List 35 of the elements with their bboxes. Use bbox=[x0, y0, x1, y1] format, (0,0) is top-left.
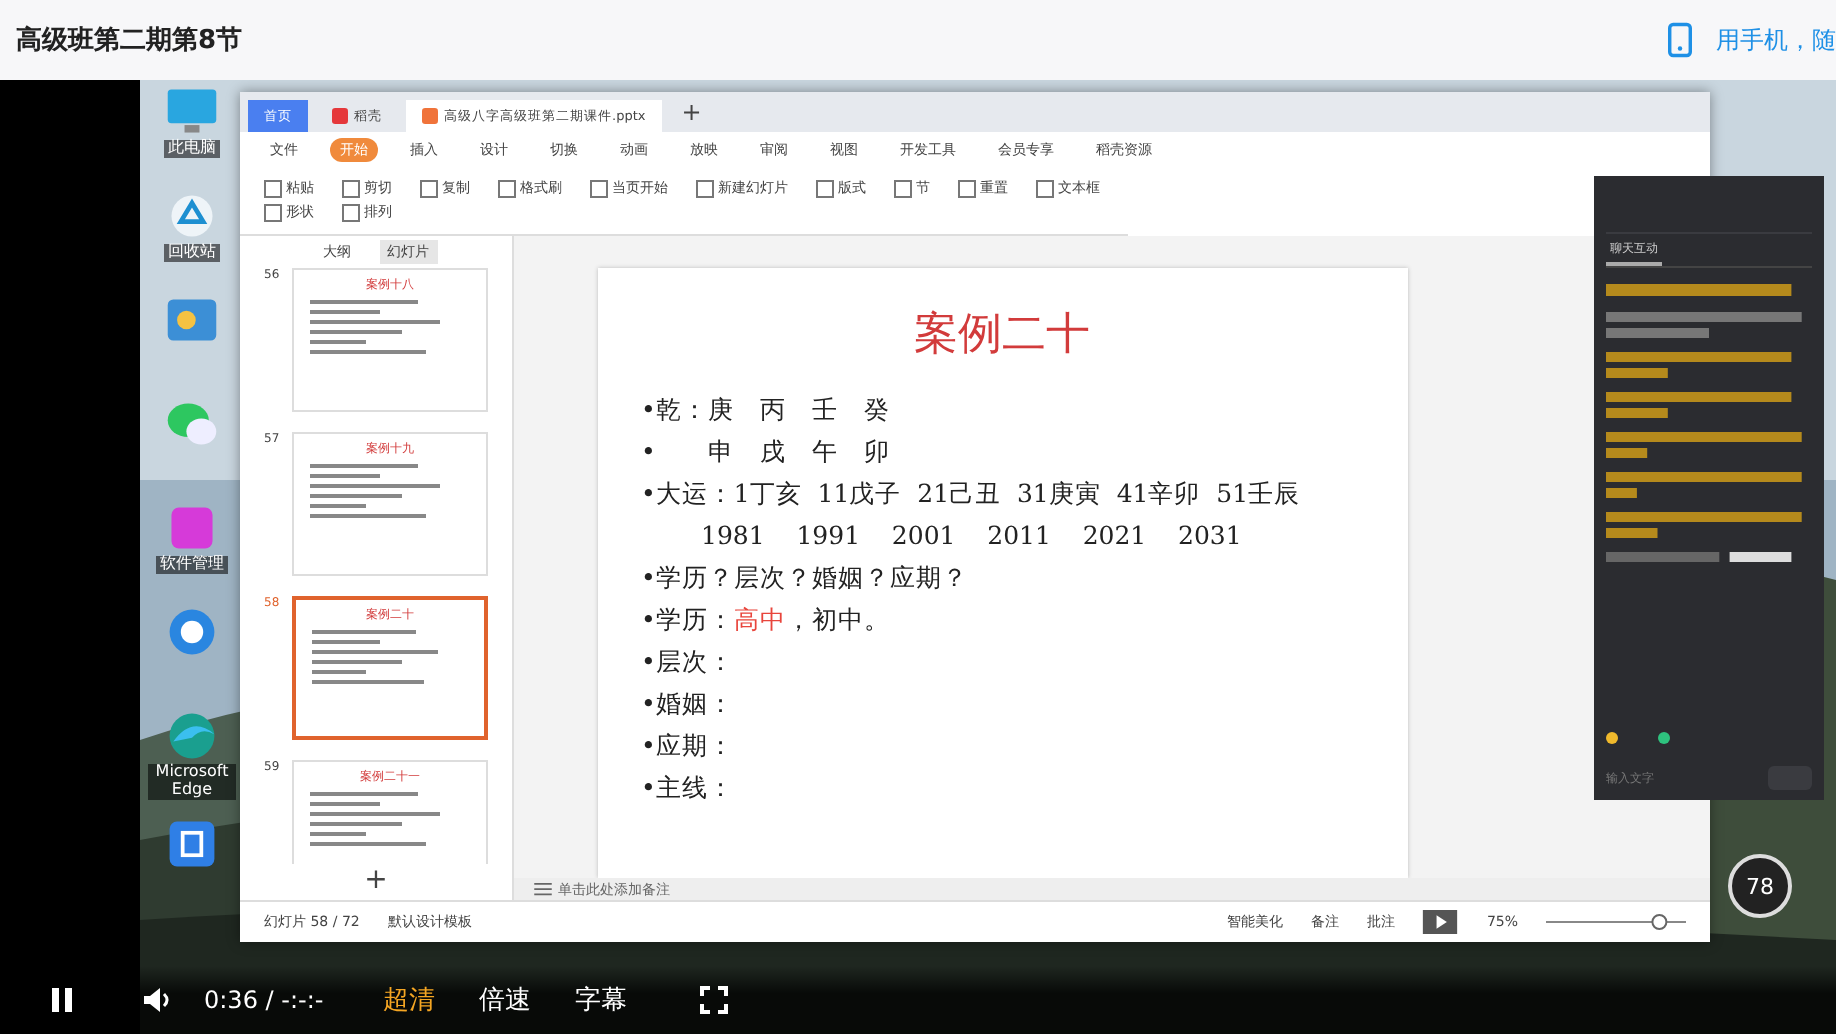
browser-icon[interactable] bbox=[164, 708, 220, 764]
bullet-text: •学历？层次？婚姻？应期？ bbox=[641, 562, 968, 592]
fullscreen-icon[interactable] bbox=[699, 986, 728, 1014]
desktop-icon-label[interactable]: 此电脑 bbox=[164, 140, 220, 158]
subtitles-button[interactable]: 字幕 bbox=[575, 982, 628, 1018]
desktop-icon-label[interactable]: 回收站 bbox=[164, 244, 220, 262]
desktop-icon-label[interactable]: 软件管理 bbox=[156, 556, 228, 574]
desktop-icon-label[interactable]: Microsoft Edge bbox=[148, 764, 236, 800]
play-slideshow-icon[interactable] bbox=[1422, 910, 1459, 934]
speed-button[interactable]: 倍速 bbox=[479, 982, 532, 1018]
add-slide-button[interactable]: + bbox=[364, 864, 388, 900]
status-dot bbox=[1658, 732, 1670, 744]
bullet-text: 1981 1991 2001 2011 2021 2031 bbox=[699, 520, 1242, 550]
app-icon bbox=[332, 108, 348, 124]
bullet-text: •主线： bbox=[641, 772, 734, 802]
new-tab-button[interactable]: + bbox=[669, 98, 714, 126]
bullet-text: •婚姻： bbox=[641, 688, 734, 718]
zoom-slider[interactable] bbox=[1546, 914, 1686, 930]
bullet-text: •学历：高中，初中。 bbox=[641, 604, 890, 634]
slider-thumb[interactable] bbox=[1651, 914, 1668, 930]
slide-title: 案例二十 bbox=[912, 308, 1092, 364]
bullet-text: •大运：1丁亥 11戊子 21己丑 31庚寅 41辛卯 51壬辰 bbox=[641, 478, 1301, 508]
browser-icon[interactable] bbox=[164, 604, 220, 660]
video-title: 高级班第二期第8节 bbox=[16, 23, 243, 58]
phone-icon[interactable] bbox=[1668, 22, 1692, 58]
status-dot bbox=[1606, 732, 1618, 744]
pause-icon[interactable] bbox=[48, 986, 76, 1014]
bullet-text: • 申 戌 午 卯 bbox=[641, 436, 890, 466]
slides-file-icon bbox=[422, 108, 438, 124]
quality-button[interactable]: 超清 bbox=[383, 982, 436, 1018]
playback-time: 0:36 / -:-:- bbox=[204, 986, 324, 1014]
bullet-text: •应期： bbox=[641, 730, 734, 760]
notes-icon bbox=[534, 882, 552, 896]
bullet-text: •乾：庚 丙 壬 癸 bbox=[641, 394, 890, 424]
bullet-text: •层次： bbox=[641, 646, 734, 676]
